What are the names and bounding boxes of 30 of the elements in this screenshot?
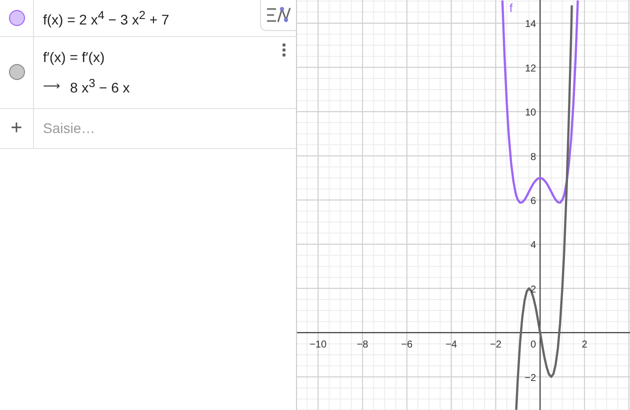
visibility-toggle[interactable] bbox=[8, 64, 24, 80]
axis-tick-label: 14 bbox=[524, 19, 536, 30]
visibility-toggle[interactable] bbox=[8, 10, 24, 26]
formula-text: f′(x) = f′(x) bbox=[43, 49, 106, 65]
result-text: 8 x$^{3}$ − 6 x bbox=[70, 77, 130, 96]
axis-tick-label: 2 bbox=[530, 284, 536, 296]
lines-curve-icon bbox=[266, 5, 292, 25]
result-arrow: ⟶ bbox=[43, 79, 60, 94]
axis-tick-label: 10 bbox=[524, 108, 536, 119]
axis-tick-label: −2 bbox=[524, 372, 536, 384]
graph-canvas[interactable]: f −10 −8 −6 −4 −2 0 2 −2 2 4 6 8 10 12 14 bbox=[297, 0, 630, 410]
more-options-icon[interactable] bbox=[282, 43, 286, 57]
function-curve[interactable] bbox=[501, 0, 579, 204]
axis-tick-label: 2 bbox=[582, 340, 588, 351]
axis-tick-label: −8 bbox=[356, 340, 368, 351]
function-curve[interactable] bbox=[515, 5, 573, 410]
curve-label: f bbox=[509, 1, 513, 15]
axis-tick-label: −10 bbox=[310, 340, 327, 351]
axis-tick-label: 12 bbox=[524, 63, 536, 74]
algebra-row[interactable]: f(x) = 2 x$^{4}$ − 3 x$^{2}$ + 7 bbox=[0, 0, 296, 37]
view-toggle-button[interactable] bbox=[260, 0, 296, 31]
axis-tick-label: 4 bbox=[530, 240, 536, 252]
formula-text: f(x) = 2 x$^{4}$ − 3 x$^{2}$ + 7 bbox=[43, 8, 170, 28]
axis-tick-label: −4 bbox=[446, 340, 457, 351]
axis-tick-label: −2 bbox=[490, 340, 502, 351]
axis-tick-label: 8 bbox=[530, 152, 536, 163]
origin-label: 0 bbox=[530, 340, 536, 351]
axis-tick-label: −6 bbox=[401, 340, 413, 351]
add-input-symbol[interactable]: + bbox=[10, 116, 22, 140]
axis-tick-label: 6 bbox=[530, 196, 536, 208]
